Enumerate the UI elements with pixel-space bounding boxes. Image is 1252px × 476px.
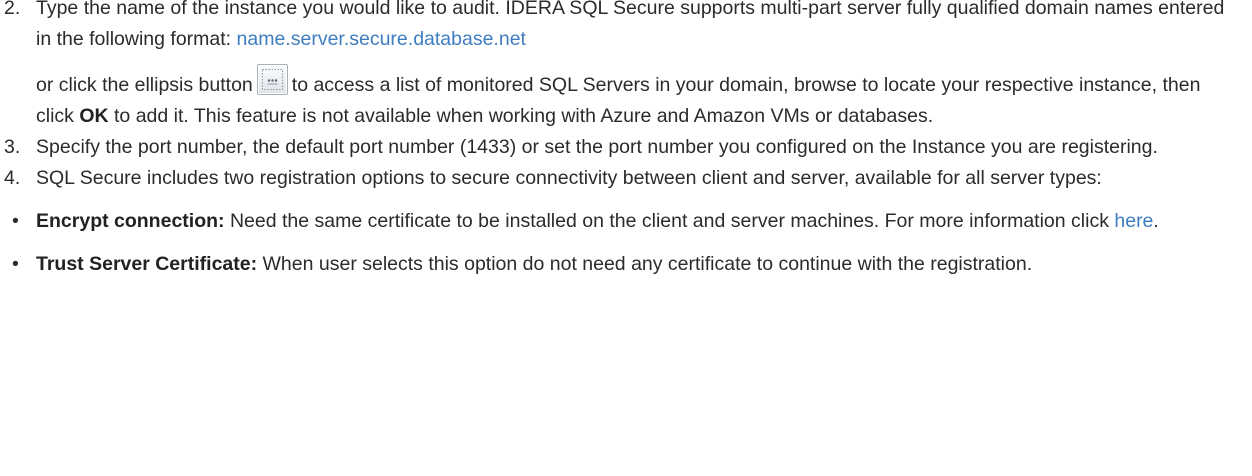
step-3: 3. Specify the port number, the default … — [0, 132, 1240, 163]
option-list: • Encrypt connection: Need the same cert… — [0, 206, 1240, 280]
step-body: SQL Secure includes two registration opt… — [36, 163, 1240, 194]
bullet-body: Trust Server Certificate: When user sele… — [36, 249, 1240, 280]
ellipsis-browse-icon-graphic — [261, 69, 283, 90]
fqdn-format-link[interactable]: name.server.secure.database.net — [237, 28, 526, 50]
bullet-marker: • — [12, 210, 19, 232]
step-2-text-end: to add it. This feature is not available… — [114, 105, 934, 127]
here-link[interactable]: here — [1114, 210, 1153, 232]
encrypt-connection-text: Need the same certificate to be installe… — [229, 210, 1109, 232]
bullet-body: Encrypt connection: Need the same certif… — [36, 206, 1240, 237]
document-body: 2. Type the name of the instance you wou… — [0, 0, 1240, 280]
list-item: • Trust Server Certificate: When user se… — [0, 249, 1240, 280]
step-number: 2. — [4, 0, 21, 19]
step-2: 2. Type the name of the instance you wou… — [0, 0, 1240, 132]
ok-label: OK — [79, 105, 109, 127]
step-body: Type the name of the instance you would … — [36, 0, 1240, 132]
step-number: 3. — [4, 136, 21, 158]
step-2-text-before-button: or click the ellipsis button — [36, 74, 253, 96]
sentence-end: . — [1153, 210, 1159, 232]
step-4: 4. SQL Secure includes two registration … — [0, 163, 1240, 194]
ellipsis-browse-icon — [256, 64, 288, 95]
step-body: Specify the port number, the default por… — [36, 132, 1240, 163]
step-number: 4. — [4, 167, 21, 189]
step-2-paragraph-2: or click the ellipsis button to access a… — [36, 64, 1240, 132]
step-2-paragraph-1: Type the name of the instance you would … — [36, 0, 1240, 55]
step-3-text: Specify the port number, the default por… — [36, 136, 1158, 158]
step-4-text: SQL Secure includes two registration opt… — [36, 167, 1102, 189]
bullet-marker: • — [12, 253, 19, 275]
trust-server-certificate-label: Trust Server Certificate: — [36, 253, 258, 275]
encrypt-connection-label: Encrypt connection: — [36, 210, 225, 232]
trust-server-certificate-text: When user selects this option do not nee… — [262, 253, 1033, 275]
list-item: • Encrypt connection: Need the same cert… — [0, 206, 1240, 237]
step-2-text: Type the name of the instance you would … — [36, 0, 1225, 50]
